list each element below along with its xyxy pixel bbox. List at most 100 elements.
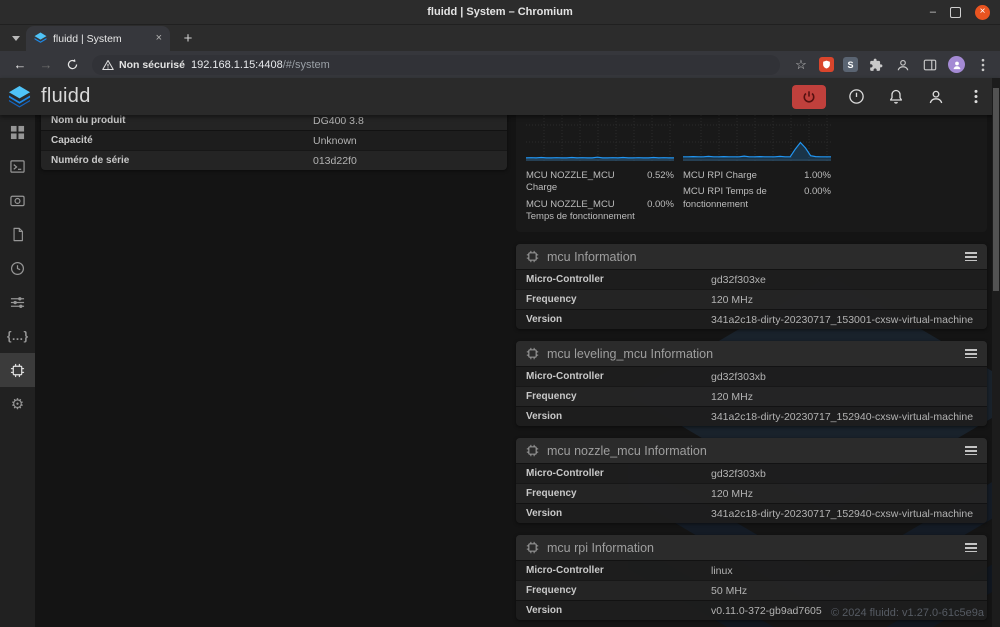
row-label: Frequency bbox=[526, 585, 711, 596]
maximize-icon[interactable] bbox=[950, 7, 961, 18]
chart-legends: MCU NOZZLE_MCU Charge 0.52% MCU NOZZLE_M… bbox=[526, 166, 977, 223]
security-label: Non sécurisé bbox=[119, 59, 185, 71]
table-row: Frequency 120 MHz bbox=[516, 289, 987, 309]
page-viewport: fluidd bbox=[0, 78, 1000, 627]
mcu-leveling-information-card: mcu leveling_mcu Information Micro-Contr… bbox=[516, 341, 987, 426]
card-menu-button[interactable] bbox=[965, 446, 977, 455]
table-row: Version 341a2c18-dirty-20230717_153001-c… bbox=[516, 309, 987, 329]
row-value: 341a2c18-dirty-20230717_152940-cxsw-virt… bbox=[711, 508, 973, 520]
row-value: gd32f303xb bbox=[711, 371, 766, 383]
chip-icon bbox=[10, 363, 25, 378]
warning-icon bbox=[102, 59, 114, 71]
row-value: Unknown bbox=[313, 135, 357, 147]
card-menu-button[interactable] bbox=[965, 349, 977, 358]
fluidd-logo-icon bbox=[8, 85, 31, 108]
sidebar-item-dashboard[interactable] bbox=[0, 115, 35, 149]
sidebar-item-jobs[interactable] bbox=[0, 217, 35, 251]
s-extension-icon[interactable]: S bbox=[843, 57, 858, 72]
account-person-icon bbox=[928, 89, 944, 105]
reload-button[interactable] bbox=[60, 54, 84, 76]
row-value: 120 MHz bbox=[711, 391, 753, 403]
chip-icon bbox=[526, 250, 539, 263]
page-scrollbar[interactable] bbox=[992, 78, 1000, 627]
sidebar-item-system[interactable] bbox=[0, 353, 35, 387]
sidebar-item-settings[interactable]: ⚙ bbox=[0, 387, 35, 421]
legend-value: 0.00% bbox=[647, 199, 674, 211]
toolbar-actions: ☆ S bbox=[788, 56, 992, 74]
sidebar-item-macros[interactable]: {…} bbox=[0, 319, 35, 353]
legend-label: MCU RPI Charge bbox=[683, 170, 757, 182]
row-value: 013d22f0 bbox=[313, 155, 357, 167]
table-row: Micro-Controller gd32f303xb bbox=[516, 366, 987, 386]
url-text: 192.168.1.15:4408/#/system bbox=[191, 59, 330, 71]
mcu-information-card: mcu Information Micro-Controller gd32f30… bbox=[516, 244, 987, 329]
sidebar-item-tune[interactable] bbox=[0, 285, 35, 319]
scrollbar-thumb[interactable] bbox=[993, 88, 999, 291]
mcu-load-charts-card: MCU NOZZLE_MCU Charge 0.52% MCU NOZZLE_M… bbox=[516, 115, 987, 232]
tab-close-icon[interactable]: × bbox=[156, 33, 162, 44]
sidebar-nav: {…} ⚙ bbox=[0, 115, 35, 627]
close-icon[interactable]: × bbox=[975, 5, 990, 20]
row-value: linux bbox=[711, 565, 733, 577]
card-header: mcu nozzle_mcu Information bbox=[516, 438, 987, 463]
account-button[interactable] bbox=[926, 87, 946, 107]
tab-search-button[interactable] bbox=[6, 25, 26, 51]
host-power-button[interactable] bbox=[846, 87, 866, 107]
reload-icon bbox=[66, 58, 79, 71]
window-title: fluidd | System – Chromium bbox=[0, 6, 1000, 18]
table-row: Numéro de série 013d22f0 bbox=[41, 150, 507, 170]
fluidd-appbar: fluidd bbox=[0, 78, 1000, 115]
row-label: Version bbox=[526, 508, 711, 519]
browser-avatar[interactable] bbox=[948, 56, 965, 73]
legend-mcu-rpi: MCU RPI Charge 1.00% MCU RPI Temps de fo… bbox=[683, 166, 831, 223]
notifications-button[interactable] bbox=[886, 87, 906, 107]
row-value: gd32f303xb bbox=[711, 468, 766, 480]
bell-icon bbox=[888, 89, 904, 105]
gear-icon: ⚙ bbox=[11, 395, 24, 413]
row-value: 341a2c18-dirty-20230717_152940-cxsw-virt… bbox=[711, 411, 973, 423]
side-panel-icon[interactable] bbox=[921, 56, 939, 74]
sidebar-item-camera[interactable] bbox=[0, 183, 35, 217]
card-title: mcu rpi Information bbox=[547, 541, 654, 555]
tune-sliders-icon bbox=[10, 295, 25, 310]
card-title: mcu Information bbox=[547, 250, 637, 264]
row-label: Micro-Controller bbox=[526, 371, 711, 382]
extensions-puzzle-icon[interactable] bbox=[867, 56, 885, 74]
window-controls: – × bbox=[930, 5, 1000, 20]
charts-row bbox=[526, 115, 977, 161]
legend-mcu-nozzle: MCU NOZZLE_MCU Charge 0.52% MCU NOZZLE_M… bbox=[526, 166, 674, 223]
profile-icon[interactable] bbox=[894, 56, 912, 74]
url-host: 192.168.1.15:4408 bbox=[191, 59, 283, 71]
card-menu-button[interactable] bbox=[965, 543, 977, 552]
bookmark-star-icon[interactable]: ☆ bbox=[792, 56, 810, 74]
chevron-down-icon bbox=[12, 36, 20, 41]
content-columns: Nom du produit DG400 3.8 Capacité Unknow… bbox=[41, 115, 987, 620]
adblock-extension-icon[interactable] bbox=[819, 57, 834, 72]
fluidd-brand-title: fluidd bbox=[41, 85, 91, 108]
app-menu-button[interactable] bbox=[966, 87, 986, 107]
card-menu-button[interactable] bbox=[965, 252, 977, 261]
app-body: {…} ⚙ bbox=[0, 115, 1000, 627]
table-row: Version 341a2c18-dirty-20230717_152940-c… bbox=[516, 503, 987, 523]
row-label: Numéro de série bbox=[51, 155, 313, 166]
table-row: Frequency 120 MHz bbox=[516, 483, 987, 503]
row-label: Frequency bbox=[526, 294, 711, 305]
minimize-icon[interactable]: – bbox=[930, 7, 936, 18]
address-bar[interactable]: Non sécurisé 192.168.1.15:4408/#/system bbox=[92, 55, 780, 75]
back-button[interactable]: ← bbox=[8, 54, 32, 76]
tab-fluidd-system[interactable]: fluidd | System × bbox=[26, 26, 170, 51]
emergency-stop-button[interactable] bbox=[792, 85, 826, 109]
card-header: mcu Information bbox=[516, 244, 987, 269]
browser-menu-button[interactable] bbox=[974, 56, 992, 74]
table-row: Frequency 50 MHz bbox=[516, 580, 987, 600]
card-title: mcu nozzle_mcu Information bbox=[547, 444, 707, 458]
power-stop-icon bbox=[802, 90, 816, 104]
appbar-actions bbox=[792, 85, 986, 109]
security-chip[interactable]: Non sécurisé bbox=[102, 59, 185, 71]
sidebar-item-history[interactable] bbox=[0, 251, 35, 285]
browser-window: fluidd | System – Chromium – × fluidd | … bbox=[0, 0, 1000, 627]
printer-info-card: Nom du produit DG400 3.8 Capacité Unknow… bbox=[41, 115, 507, 170]
new-tab-button[interactable]: + bbox=[176, 26, 200, 50]
sidebar-item-console[interactable] bbox=[0, 149, 35, 183]
row-value: 120 MHz bbox=[711, 294, 753, 306]
